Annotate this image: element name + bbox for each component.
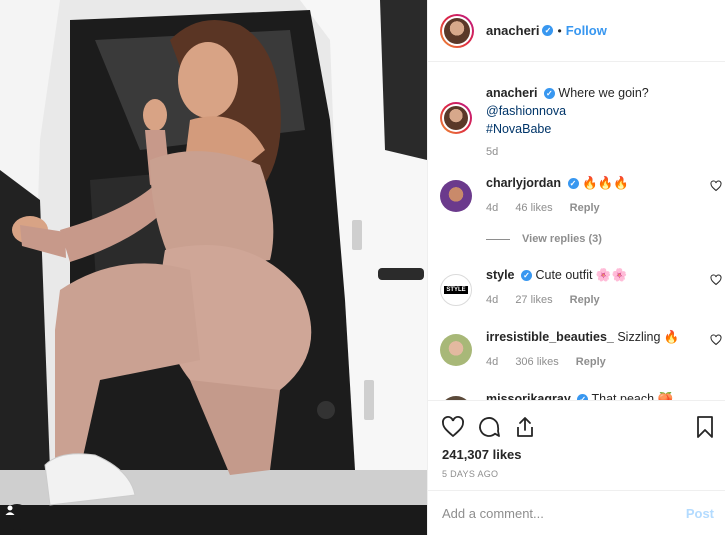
follow-button[interactable]: Follow <box>566 23 607 38</box>
comment-text: Cute outfit 🌸🌸 <box>535 268 628 282</box>
likes-count[interactable]: 241,307 likes <box>442 447 522 462</box>
caption-time: 5d <box>486 146 499 158</box>
caption-avatar[interactable] <box>440 102 472 134</box>
comment-likes[interactable]: 306 likes <box>515 356 558 368</box>
comment-text: Sizzling 🔥 <box>617 330 680 344</box>
post-side-panel: anacheri ✓ • Follow anacheri ✓ Where we … <box>427 0 725 535</box>
post-actions: 241,307 likes 5 DAYS AGO <box>428 400 725 490</box>
comment-username[interactable]: missorikagray <box>486 392 571 400</box>
comment-meta: 4d 46 likes Reply <box>486 202 614 214</box>
comment-meta: 4d 27 likes Reply <box>486 294 614 306</box>
post-comment-button[interactable]: Post <box>686 506 714 521</box>
comment-like-heart-icon[interactable] <box>710 334 722 346</box>
post-header: anacheri ✓ • Follow <box>428 0 725 62</box>
comment-icon[interactable] <box>477 415 501 439</box>
comment-likes[interactable]: 27 likes <box>515 294 552 306</box>
author-username[interactable]: anacheri <box>486 23 539 38</box>
comment-text: 🔥🔥🔥 <box>582 176 629 190</box>
comment-likes[interactable]: 46 likes <box>515 202 552 214</box>
caption-text: Where we goin? <box>558 86 649 100</box>
comment-like-heart-icon[interactable] <box>710 180 722 192</box>
verified-badge-icon: ✓ <box>543 88 555 100</box>
heart-icon[interactable] <box>441 415 465 439</box>
verified-badge-icon: ✓ <box>567 178 579 190</box>
caption-hashtag[interactable]: #NovaBabe <box>486 122 551 136</box>
comment-time: 4d <box>486 356 499 368</box>
verified-badge-icon: ✓ <box>542 25 554 36</box>
comment-avatar[interactable] <box>440 334 472 366</box>
comment-username[interactable]: irresistible_beauties_ <box>486 330 614 344</box>
add-comment-bar: Post <box>428 490 725 535</box>
comment-username[interactable]: charlyjordan <box>486 176 561 190</box>
share-icon[interactable] <box>513 415 537 439</box>
comment-avatar[interactable]: STYLE <box>440 274 472 306</box>
view-replies-button[interactable]: View replies (3) <box>486 233 602 245</box>
comment-meta: 4d 306 likes Reply <box>486 356 620 368</box>
comment-avatar[interactable] <box>440 180 472 212</box>
person-icon <box>5 505 15 515</box>
comment-text: That peach 🍑 <box>591 392 674 400</box>
comments-list[interactable]: anacheri ✓ Where we goin? @fashionnova #… <box>428 62 725 400</box>
comment-time: 4d <box>486 202 499 214</box>
verified-badge-icon: ✓ <box>520 270 532 282</box>
post-photo-illustration <box>0 0 427 535</box>
caption-mention[interactable]: @fashionnova <box>486 104 566 118</box>
separator-dot: • <box>557 23 562 38</box>
author-avatar[interactable] <box>440 13 474 48</box>
comment-like-heart-icon[interactable] <box>710 274 722 286</box>
comment-input[interactable] <box>442 505 686 521</box>
comment-username[interactable]: style <box>486 268 515 282</box>
reply-button[interactable]: Reply <box>570 294 600 306</box>
reply-button[interactable]: Reply <box>576 356 606 368</box>
post-timestamp: 5 DAYS AGO <box>442 469 499 479</box>
caption-username[interactable]: anacheri <box>486 86 537 100</box>
bookmark-icon[interactable] <box>693 415 717 439</box>
reply-button[interactable]: Reply <box>570 202 600 214</box>
comment-time: 4d <box>486 294 499 306</box>
post-photo[interactable] <box>0 0 427 535</box>
tagged-user-icon[interactable] <box>4 504 30 530</box>
